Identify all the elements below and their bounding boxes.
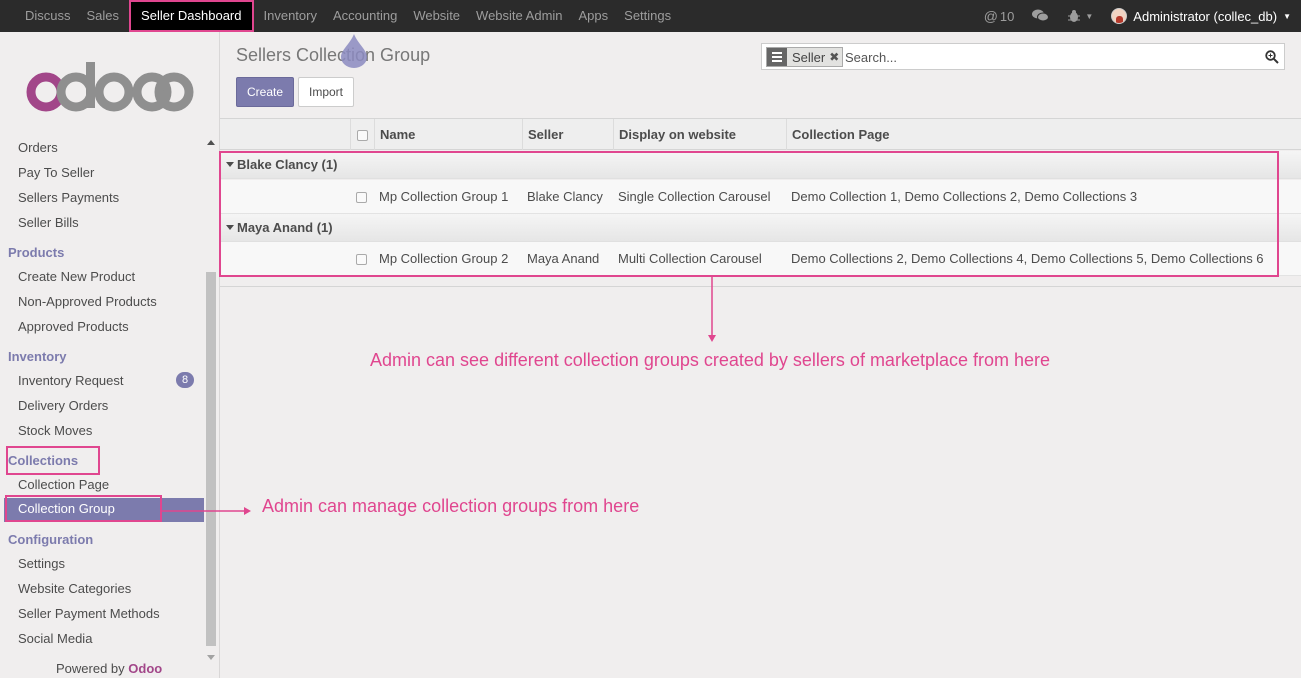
table-footer-line: [220, 286, 1301, 287]
at-icon: @: [983, 8, 998, 24]
column-collection-page[interactable]: Collection Page: [786, 119, 1301, 150]
sidebar-item-inventory-request[interactable]: Inventory Request: [18, 373, 124, 388]
powered-by: Powered by Odoo: [56, 661, 162, 676]
sidebar-section-configuration: Configuration: [8, 532, 94, 547]
sidebar-item-website-categories[interactable]: Website Categories: [18, 581, 131, 596]
mentions-count: 10: [999, 8, 1015, 24]
menu-settings[interactable]: Settings: [616, 0, 679, 32]
sidebar-item-stock-moves[interactable]: Stock Moves: [18, 423, 92, 438]
sidebar-item-collection-page[interactable]: Collection Page: [18, 477, 109, 492]
user-name: Administrator (collec_db): [1133, 8, 1278, 24]
sidebar-item-sellers-payments[interactable]: Sellers Payments: [18, 190, 119, 205]
systray: @ 10 ▼ Administrator (collec_db) ▼: [975, 0, 1301, 32]
menu-seller-dashboard[interactable]: Seller Dashboard: [129, 0, 254, 32]
sidebar-item-social-media[interactable]: Social Media: [18, 631, 92, 646]
app-menu: Discuss Sales Seller Dashboard Inventory…: [0, 0, 679, 32]
remove-facet-icon[interactable]: ✖: [829, 50, 842, 64]
sidebar: Orders Pay To Seller Sellers Payments Se…: [0, 32, 220, 678]
sidebar-item-create-new-product[interactable]: Create New Product: [18, 269, 135, 284]
annotation-table-note: Admin can see different collection group…: [370, 350, 1051, 370]
menu-sales[interactable]: Sales: [79, 0, 128, 32]
search-facet-label: Seller: [792, 49, 826, 65]
mentions-button[interactable]: @ 10: [975, 0, 1024, 32]
scroll-down-icon[interactable]: [207, 655, 215, 660]
search-bar[interactable]: Seller ✖: [761, 43, 1285, 70]
highlight-collection-groups-table: [219, 151, 1279, 277]
menu-accounting[interactable]: Accounting: [325, 0, 405, 32]
top-navbar: Discuss Sales Seller Dashboard Inventory…: [0, 0, 1301, 32]
highlight-collection-group-item: [5, 495, 162, 522]
sidebar-item-seller-bills[interactable]: Seller Bills: [18, 215, 79, 230]
caret-down-icon: ▼: [1085, 11, 1094, 21]
menu-inventory[interactable]: Inventory: [256, 0, 325, 32]
column-name[interactable]: Name: [374, 119, 522, 150]
avatar: [1111, 8, 1128, 24]
column-seller[interactable]: Seller: [522, 119, 613, 150]
column-display-on-website[interactable]: Display on website: [613, 119, 786, 150]
group-by-icon: [767, 48, 787, 66]
scroll-up-icon[interactable]: [207, 140, 215, 145]
sidebar-item-orders[interactable]: Orders: [18, 140, 58, 155]
bug-icon: [1068, 10, 1081, 22]
sidebar-section-inventory: Inventory: [8, 349, 67, 364]
highlight-collections-section: [6, 446, 100, 475]
search-icon[interactable]: [1265, 50, 1279, 64]
create-button[interactable]: Create: [236, 77, 294, 107]
table-header: Name Seller Display on website Collectio…: [220, 118, 1301, 150]
menu-discuss[interactable]: Discuss: [17, 0, 79, 32]
import-button[interactable]: Import: [298, 77, 354, 107]
powered-by-label: Powered by: [56, 661, 125, 676]
select-all-checkbox[interactable]: [357, 130, 368, 142]
chat-button[interactable]: [1023, 0, 1058, 32]
annotation-menu-note: Admin can manage collection groups from …: [262, 496, 640, 516]
sidebar-item-delivery-orders[interactable]: Delivery Orders: [18, 398, 108, 413]
sidebar-item-approved-products[interactable]: Approved Products: [18, 319, 129, 334]
page-title: Sellers Collection Group: [236, 45, 431, 65]
menu-apps[interactable]: Apps: [571, 0, 617, 32]
chat-icon: [1032, 9, 1050, 22]
menu-website-admin[interactable]: Website Admin: [468, 0, 570, 32]
odoo-logo: [26, 62, 194, 112]
user-menu[interactable]: Administrator (collec_db) ▼: [1102, 0, 1301, 32]
search-facet-seller[interactable]: Seller ✖: [766, 47, 844, 67]
caret-down-icon: ▼: [1283, 11, 1291, 21]
inventory-request-badge: 8: [176, 372, 195, 388]
sidebar-item-seller-payment-methods[interactable]: Seller Payment Methods: [18, 606, 160, 621]
sidebar-item-pay-to-seller[interactable]: Pay To Seller: [18, 165, 94, 180]
select-all-cell: [350, 119, 374, 150]
powered-by-brand[interactable]: Odoo: [128, 661, 162, 676]
scroll-thumb[interactable]: [206, 272, 216, 646]
menu-website[interactable]: Website: [405, 0, 468, 32]
cursor-drop-icon: [341, 34, 367, 68]
search-input[interactable]: [845, 47, 1245, 67]
sidebar-scrollbar[interactable]: [205, 136, 217, 660]
sidebar-item-non-approved-products[interactable]: Non-Approved Products: [18, 294, 157, 309]
debug-button[interactable]: ▼: [1058, 0, 1102, 32]
sidebar-section-products: Products: [8, 245, 65, 260]
sidebar-item-settings[interactable]: Settings: [18, 556, 65, 571]
